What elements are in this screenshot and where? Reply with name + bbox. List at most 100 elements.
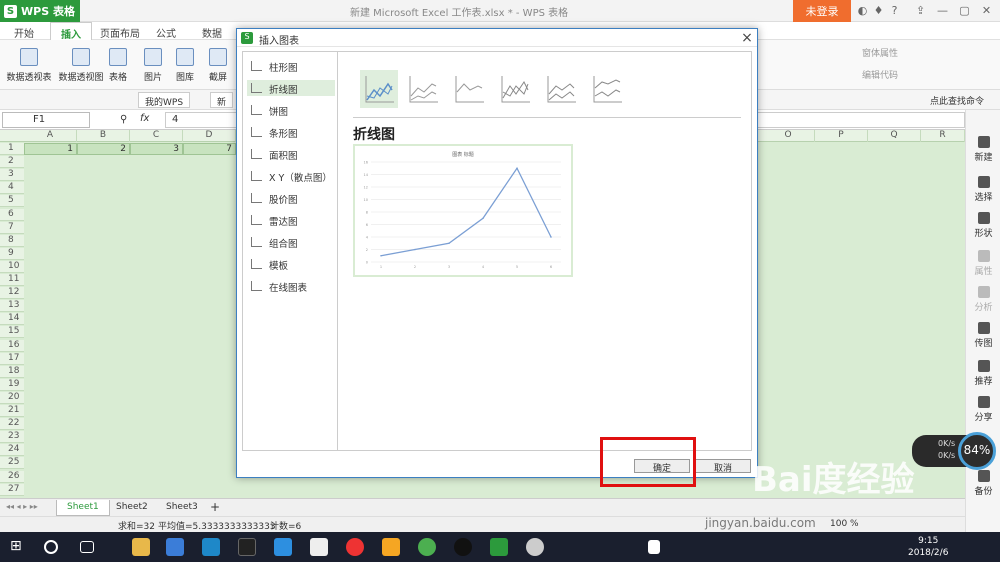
form-properties-button[interactable]: 窗体属性 bbox=[862, 46, 898, 59]
netease-icon[interactable] bbox=[346, 538, 364, 556]
column-a[interactable]: A bbox=[24, 130, 77, 142]
sheet-nav-arrows[interactable]: ◂◂ ◂ ▸ ▸▸ bbox=[6, 502, 38, 511]
column-q[interactable]: Q bbox=[868, 130, 921, 142]
line-subtype-2[interactable] bbox=[404, 70, 442, 108]
chart-type-item[interactable]: 模板 bbox=[247, 256, 335, 272]
column-c[interactable]: C bbox=[130, 130, 183, 142]
file-explorer-icon[interactable] bbox=[132, 538, 150, 556]
ie-icon[interactable] bbox=[274, 538, 292, 556]
pivot-table-button[interactable]: 数据透视表 bbox=[6, 48, 52, 83]
cell-c1[interactable]: 3 bbox=[130, 143, 183, 155]
amazon-icon[interactable] bbox=[238, 538, 256, 556]
panel-select[interactable]: 选择 bbox=[966, 176, 1000, 203]
chart-type-item[interactable]: 面积图 bbox=[247, 146, 335, 162]
row-header[interactable]: 5 bbox=[0, 195, 24, 208]
line-subtype-4[interactable] bbox=[496, 70, 534, 108]
row-header[interactable]: 11 bbox=[0, 274, 24, 286]
skin-icon[interactable]: ◐ bbox=[856, 4, 869, 17]
chart-type-item[interactable]: 股价图 bbox=[247, 190, 335, 206]
row-header[interactable]: 20 bbox=[0, 391, 24, 404]
row-header[interactable]: 7 bbox=[0, 221, 24, 234]
cortana-icon[interactable] bbox=[44, 540, 58, 554]
command-search[interactable]: 点此查找命令 bbox=[930, 94, 984, 107]
row-header[interactable]: 4 bbox=[0, 182, 24, 195]
zoom-level[interactable]: 100 % bbox=[830, 519, 859, 529]
login-button[interactable]: 未登录 bbox=[793, 0, 851, 22]
row-header[interactable]: 17 bbox=[0, 352, 24, 365]
panel-shape[interactable]: 形状 bbox=[966, 212, 1000, 239]
row-header[interactable]: 14 bbox=[0, 313, 24, 326]
chart-type-item[interactable]: 雷达图 bbox=[247, 212, 335, 228]
panel-analysis[interactable]: 分析 bbox=[966, 286, 1000, 313]
cell-a1[interactable]: 1 bbox=[24, 143, 77, 155]
table-button[interactable]: 表格 bbox=[108, 48, 128, 83]
doc-tab-new[interactable]: 新 bbox=[210, 92, 234, 108]
panel-share[interactable]: 分享 bbox=[966, 396, 1000, 423]
column-o[interactable]: O bbox=[762, 130, 815, 142]
row-header[interactable]: 23 bbox=[0, 431, 24, 444]
row-header[interactable]: 13 bbox=[0, 300, 24, 313]
store-icon[interactable] bbox=[166, 538, 184, 556]
wps-app-menu[interactable]: S WPS 表格 bbox=[0, 0, 80, 22]
memory-gauge[interactable]: 84% bbox=[958, 432, 996, 470]
tab-page-layout[interactable]: 页面布局 bbox=[100, 25, 140, 40]
chart-type-item[interactable]: X Y（散点图） bbox=[247, 168, 335, 184]
row-header[interactable]: 12 bbox=[0, 287, 24, 300]
line-subtype-3[interactable] bbox=[450, 70, 488, 108]
line-subtype-6[interactable] bbox=[588, 70, 626, 108]
row-header[interactable]: 21 bbox=[0, 405, 24, 417]
gallery-button[interactable]: 图库 bbox=[172, 48, 198, 83]
dialog-title-bar[interactable]: S 插入图表 bbox=[237, 29, 757, 47]
windows-start-icon[interactable]: ⊞ bbox=[10, 538, 28, 556]
row-header[interactable]: 8 bbox=[0, 234, 24, 247]
panel-new[interactable]: 新建 bbox=[966, 136, 1000, 163]
task-view-icon[interactable] bbox=[80, 541, 94, 553]
doc-tab-mywps[interactable]: 我的WPS bbox=[138, 92, 191, 108]
help-icon[interactable]: ? bbox=[888, 4, 901, 17]
column-r[interactable]: R bbox=[921, 130, 965, 142]
row-header[interactable]: 2 bbox=[0, 156, 24, 169]
wechat-icon[interactable] bbox=[418, 538, 436, 556]
row-header[interactable]: 25 bbox=[0, 457, 24, 470]
row-header[interactable]: 16 bbox=[0, 339, 24, 352]
chart-type-item[interactable]: 柱形图 bbox=[247, 58, 335, 74]
maximize-icon[interactable]: ▢ bbox=[958, 4, 971, 17]
screenshot-button[interactable]: 截屏 bbox=[205, 48, 231, 83]
row-header[interactable]: 27 bbox=[0, 483, 24, 496]
shirt-icon[interactable]: ♦ bbox=[872, 4, 885, 17]
row-header[interactable]: 15 bbox=[0, 326, 24, 339]
line-subtype-5[interactable] bbox=[542, 70, 580, 108]
row-header[interactable]: 6 bbox=[0, 208, 24, 221]
add-sheet-button[interactable]: + bbox=[200, 500, 230, 516]
panel-recommend[interactable]: 推荐 bbox=[966, 360, 1000, 387]
name-box[interactable]: F1 bbox=[2, 112, 90, 128]
edit-code-button[interactable]: 编辑代码 bbox=[862, 68, 898, 81]
tray-m-icon[interactable] bbox=[648, 540, 660, 554]
cancel-button[interactable]: 取消 bbox=[695, 459, 751, 474]
tab-home[interactable]: 开始 bbox=[14, 25, 34, 40]
sheet-tab-1[interactable]: Sheet1 bbox=[56, 500, 110, 516]
wps-taskbar-icon[interactable] bbox=[490, 538, 508, 556]
system-clock[interactable]: 9:15 2018/2/6 bbox=[908, 535, 948, 559]
tab-formulas[interactable]: 公式 bbox=[156, 25, 176, 40]
chart-type-item[interactable]: 饼图 bbox=[247, 102, 335, 118]
line-subtype-1[interactable] bbox=[360, 70, 398, 108]
app-icon[interactable] bbox=[382, 538, 400, 556]
picture-button[interactable]: 图片 bbox=[140, 48, 166, 83]
row-header[interactable]: 19 bbox=[0, 378, 24, 391]
row-header[interactable]: 10 bbox=[0, 260, 24, 273]
column-b[interactable]: B bbox=[77, 130, 130, 142]
chart-type-item[interactable]: 组合图 bbox=[247, 234, 335, 250]
tab-data[interactable]: 数据 bbox=[202, 25, 222, 40]
chart-type-item[interactable]: 条形图 bbox=[247, 124, 335, 140]
desktop-icon[interactable] bbox=[202, 538, 220, 556]
row-header[interactable]: 3 bbox=[0, 169, 24, 182]
dialog-close-icon[interactable]: × bbox=[739, 30, 755, 46]
upload-icon[interactable]: ⇪ bbox=[914, 4, 927, 17]
row-header[interactable]: 18 bbox=[0, 365, 24, 378]
panel-properties[interactable]: 属性 bbox=[966, 250, 1000, 277]
zoom-icon[interactable]: ⚲ bbox=[120, 114, 127, 125]
qq-icon[interactable] bbox=[454, 538, 472, 556]
minimize-icon[interactable]: — bbox=[936, 4, 949, 17]
tab-insert[interactable]: 插入 bbox=[50, 22, 92, 41]
